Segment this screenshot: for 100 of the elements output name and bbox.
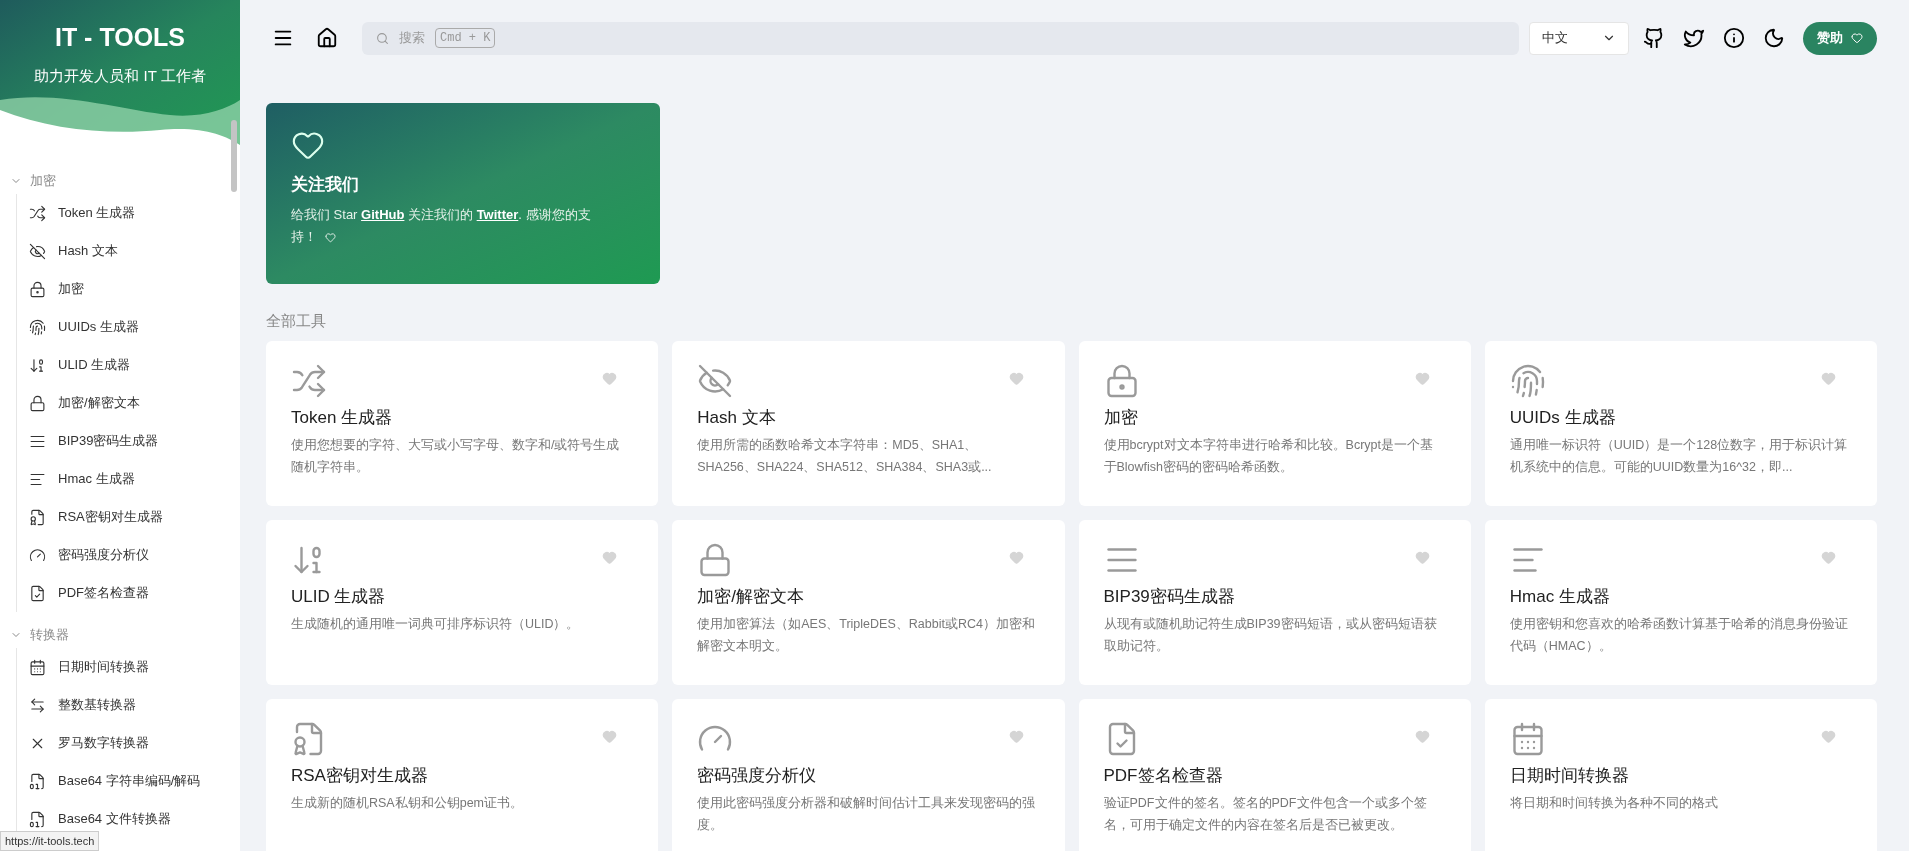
eye-slash-icon xyxy=(697,362,734,399)
moon-icon xyxy=(1763,27,1785,49)
fingerprint-icon xyxy=(29,318,46,336)
tool-title: 加密/解密文本 xyxy=(697,585,805,608)
tool-description: 使用您想要的字符、大写或小写字母、数字和/或符号生成随机字符串。 xyxy=(291,437,621,476)
tool-title: PDF签名检查器 xyxy=(1103,764,1224,787)
sidebar-item[interactable]: PDF签名检查器 xyxy=(17,574,232,612)
tool-description: 生成新的随机RSA私钥和公钥pem证书。 xyxy=(291,795,525,812)
language-select[interactable]: 中文 xyxy=(1529,21,1629,55)
tool-card[interactable]: 加密 使用bcrypt对文本字符串进行哈希和比较。Bcrypt是一个基于Blowfish密码的密码哈希函数。 xyxy=(1078,340,1471,506)
sidebar-item[interactable]: Token 生成器 xyxy=(17,194,232,232)
tool-title: Token 生成器 xyxy=(291,406,394,429)
search-placeholder: 搜索 xyxy=(399,29,425,48)
heart-icon xyxy=(325,231,336,243)
tool-description: 使用加密算法（如AES、TripleDES、Rabbit或RC4）加密和解密文本明文。 xyxy=(697,616,1036,655)
tool-card[interactable]: PDF签名检查器 验证PDF文件的签名。签名的PDF文件包含一个或多个签名，可用于确定文件的内容在签名后是否已被更改。 xyxy=(1078,698,1471,851)
tool-card[interactable]: 日期时间转换器 将日期和时间转换为各种不同的格式 xyxy=(1484,698,1877,851)
sidebar-item[interactable]: 日期时间转换器 xyxy=(17,648,232,686)
tool-description: 使用所需的函数哈希文本字符串：MD5、SHA1、SHA256、SHA224、SHA512、SHA384、SHA3或... xyxy=(697,437,993,476)
tool-card[interactable]: UUIDs 生成器 通用唯一标识符（UUID）是一个128位数字，用于标识计算机系统中的信息。可能的UUID数量为16^32，即... xyxy=(1484,340,1877,506)
sidebar-item[interactable]: 加密 xyxy=(17,270,232,308)
favorite-icon[interactable] xyxy=(1821,549,1836,565)
shuffle-icon xyxy=(29,204,46,222)
favorite-icon[interactable] xyxy=(1821,728,1836,744)
shuffle-icon xyxy=(291,362,327,399)
favorite-icon[interactable] xyxy=(602,370,618,386)
tool-description: 使用密钥和您喜欢的哈希函数计算基于哈希的消息身份验证代码（HMAC）。 xyxy=(1509,616,1849,655)
sidebar-item[interactable]: 罗马数字转换器 xyxy=(17,724,232,762)
tool-title: 密码强度分析仪 xyxy=(697,764,818,787)
tool-card[interactable]: ULID 生成器 生成随机的通用唯一词典可排序标识符（ULID）。 xyxy=(266,519,659,685)
tool-description: 验证PDF文件的签名。签名的PDF文件包含一个或多个签名，可用于确定文件的内容在签名后是否已被更改。 xyxy=(1103,795,1428,834)
tool-title: ULID 生成器 xyxy=(291,585,387,608)
favorite-icon[interactable] xyxy=(1414,370,1430,386)
tool-description: 使用bcrypt对文本字符串进行哈希和比较。Bcrypt是一个基于Blowfish密码的密码哈希函数。 xyxy=(1103,437,1434,476)
section-title: 全部工具 xyxy=(266,311,327,331)
gauge-icon xyxy=(29,546,46,564)
twitter-icon xyxy=(1683,27,1705,49)
favorite-icon[interactable] xyxy=(1414,549,1430,565)
sidebar-item[interactable]: Hmac 生成器 xyxy=(17,460,232,498)
tool-card[interactable]: BIP39密码生成器 从现有或随机助记符生成BIP39密码短语，或从密码短语获取助记符。 xyxy=(1078,519,1471,685)
tool-description: 生成随机的通用唯一词典可排序标识符（ULID）。 xyxy=(291,616,581,633)
promo-link[interactable]: Twitter xyxy=(476,206,519,222)
lock-icon xyxy=(29,394,46,412)
sidebar-item[interactable]: 密码强度分析仪 xyxy=(17,536,232,574)
promo-link[interactable]: GitHub xyxy=(361,206,405,222)
eye-slash-icon xyxy=(29,242,46,260)
tool-description: 从现有或随机助记符生成BIP39密码短语，或从密码短语获取助记符。 xyxy=(1103,616,1438,655)
favorite-icon[interactable] xyxy=(1008,549,1024,565)
status-url: https://it-tools.tech xyxy=(0,830,100,851)
tool-card[interactable]: Hmac 生成器 使用密钥和您喜欢的哈希函数计算基于哈希的消息身份验证代码（HMAC）。 xyxy=(1484,519,1877,685)
favorite-icon[interactable] xyxy=(1414,728,1430,744)
tool-title: Hmac 生成器 xyxy=(1509,585,1611,608)
fingerprint-icon xyxy=(1509,362,1546,399)
tool-card[interactable]: 密码强度分析仪 使用此密码强度分析器和破解时间估计工具来发现密码的强度。 xyxy=(672,698,1065,851)
lock-icon xyxy=(29,280,46,298)
app-subtitle: 助力开发人员和 IT 工作者 xyxy=(34,66,206,87)
group-header[interactable]: 加密 xyxy=(0,168,232,194)
favorite-icon[interactable] xyxy=(602,728,618,744)
heart-icon xyxy=(1851,32,1863,44)
certificate-icon xyxy=(29,508,46,526)
calendar-icon xyxy=(29,658,46,676)
tool-card[interactable]: 加密/解密文本 使用加密算法（如AES、TripleDES、Rabbit或RC4）加密和解密文本明文。 xyxy=(672,519,1065,685)
tool-card[interactable]: Token 生成器 使用您想要的字符、大写或小写字母、数字和/或符号生成随机字符串。 xyxy=(266,340,659,506)
sidebar-item[interactable]: Base64 字符串编码/解码 xyxy=(17,762,232,800)
sidebar-item[interactable]: BIP39密码生成器 xyxy=(17,422,232,460)
promo-text: 给我们 Star GitHub 关注我们的 Twitter. 感谢您的支持！ xyxy=(291,205,592,246)
tool-card[interactable]: RSA密钥对生成器 生成新的随机RSA私钥和公钥pem证书。 xyxy=(266,698,659,851)
tool-title: RSA密钥对生成器 xyxy=(291,764,429,787)
sort-digits-icon xyxy=(29,356,46,374)
tool-description: 使用此密码强度分析器和破解时间估计工具来发现密码的强度。 xyxy=(697,795,1037,834)
file-digit-icon xyxy=(29,810,46,828)
github-icon xyxy=(1643,27,1665,49)
arrows-icon xyxy=(29,696,46,714)
app-title: IT - TOOLS xyxy=(54,22,186,53)
favorite-icon[interactable] xyxy=(1821,370,1836,386)
group-header[interactable]: 转换器 xyxy=(0,622,232,648)
file-check-icon xyxy=(29,584,46,602)
promo-title: 关注我们 xyxy=(291,174,360,196)
home-icon xyxy=(316,27,338,49)
favorite-icon[interactable] xyxy=(1008,370,1024,386)
shortcut-key: Cmd + K xyxy=(435,28,496,48)
sponsor-button[interactable]: 赞助 xyxy=(1803,21,1877,55)
sidebar-item[interactable]: Hash 文本 xyxy=(17,232,232,270)
sidebar-item[interactable]: ULID 生成器 xyxy=(17,346,232,384)
search-icon xyxy=(376,31,389,45)
sidebar-item[interactable]: 整数基转换器 xyxy=(17,686,232,724)
scrollbar[interactable] xyxy=(231,120,237,192)
tool-description: 通用唯一标识符（UUID）是一个128位数字，用于标识计算机系统中的信息。可能的UUID数量为16^32，即... xyxy=(1509,437,1849,476)
favorite-icon[interactable] xyxy=(602,549,618,565)
tool-title: 加密 xyxy=(1103,406,1139,429)
info-icon xyxy=(1723,27,1745,49)
tool-description: 将日期和时间转换为各种不同的格式 xyxy=(1509,795,1719,812)
tool-title: UUIDs 生成器 xyxy=(1509,406,1617,429)
sidebar-item[interactable]: UUIDs 生成器 xyxy=(17,308,232,346)
tool-title: 日期时间转换器 xyxy=(1509,764,1630,787)
sidebar-item[interactable]: RSA密钥对生成器 xyxy=(17,498,232,536)
tool-title: BIP39密码生成器 xyxy=(1103,585,1236,608)
tool-card[interactable]: Hash 文本 使用所需的函数哈希文本字符串：MD5、SHA1、SHA256、SHA224、SHA512、SHA384、SHA3或... xyxy=(672,340,1065,506)
favorite-icon[interactable] xyxy=(1008,728,1024,744)
sidebar-item[interactable]: 加密/解密文本 xyxy=(17,384,232,422)
